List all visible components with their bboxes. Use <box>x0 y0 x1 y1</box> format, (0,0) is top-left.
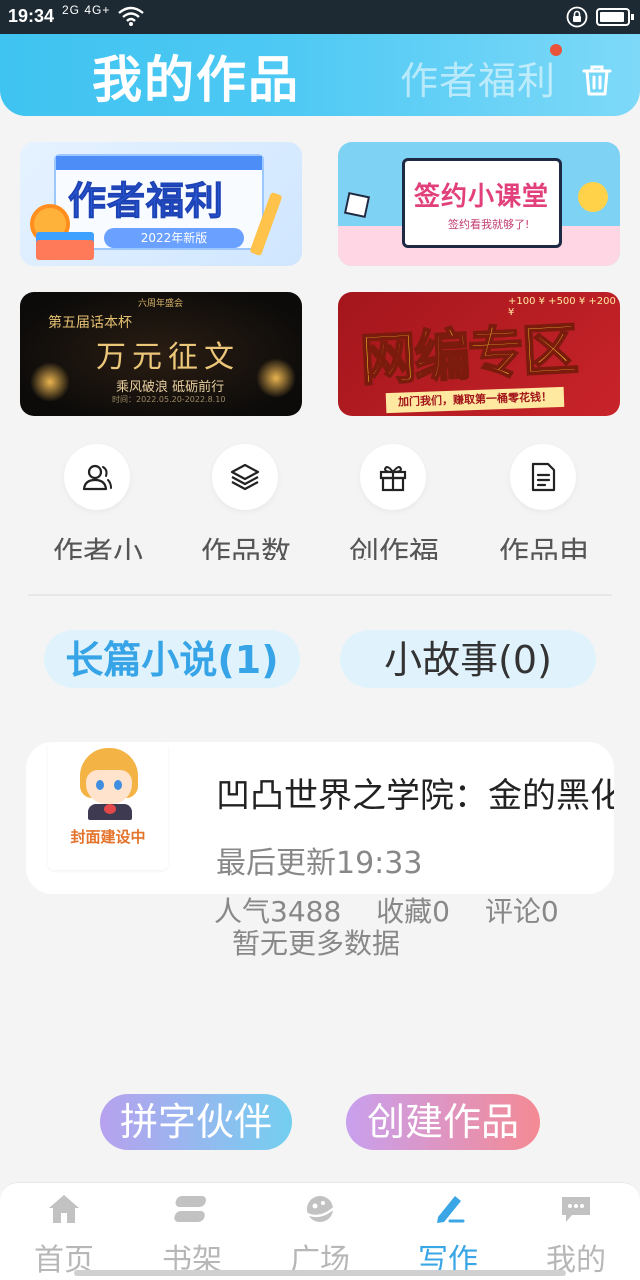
bookshelf-icon <box>174 1196 206 1222</box>
banner-left-text: 第五届话本杯 <box>48 315 132 331</box>
cover-label: 封面建设中 <box>70 828 146 846</box>
firework-icon <box>30 362 70 402</box>
cover-image: 封面建设中 <box>48 742 168 870</box>
planet-icon <box>304 1196 336 1222</box>
banner-date: 时间：2022.05.20-2022.8.10 <box>112 395 226 404</box>
decor-circle <box>578 182 608 212</box>
banner-author-welfare[interactable]: 作者福利 2022年新版 <box>20 142 302 266</box>
create-work-button[interactable]: 创建作品 <box>346 1094 540 1150</box>
document-icon <box>531 462 556 492</box>
nav-home[interactable]: 首页 <box>0 1183 128 1280</box>
work-comments: 评论0 <box>484 895 559 928</box>
banner-subtitle: 乘风破浪 砥砺前行 <box>116 380 225 395</box>
nav-bookshelf[interactable]: 书架 <box>128 1183 256 1280</box>
firework-icon <box>256 358 296 398</box>
quick-link-work-data[interactable] <box>212 444 278 510</box>
no-more-data: 暂无更多数据 <box>232 927 401 960</box>
bottom-nav: 首页 书架 广场 写作 我的 <box>0 1182 640 1280</box>
quick-link-label: 作品申 <box>499 536 589 560</box>
banner-essay-contest[interactable]: 六周年盛会 第五届话本杯 万元征文 乘风破浪 砥砺前行 时间：2022.05.2… <box>20 292 302 416</box>
home-indicator[interactable] <box>74 1270 566 1276</box>
quick-link-author[interactable] <box>64 444 130 510</box>
banner-contract-class[interactable]: 签约小课堂 签约看我就够了! <box>338 142 620 266</box>
banner-title: 网编专区 <box>358 316 579 394</box>
work-last-update: 最后更新19:33 <box>216 846 423 881</box>
banner-title: 签约小课堂 <box>414 182 550 212</box>
page-title: 我的作品 <box>92 51 300 109</box>
quick-link-label: 作者小 <box>53 536 143 560</box>
banner-subtitle: 签约看我就够了! <box>448 218 530 231</box>
tab-novels[interactable]: 长篇小说(1) <box>44 630 300 688</box>
layers-icon <box>230 463 260 491</box>
banner-editor-zone[interactable]: +100 ¥ +500 ¥ +200 ¥ 网编专区 加门我们，赚取第一桶零花钱！ <box>338 292 620 416</box>
status-bar: 19:34 2G 4G+ <box>0 0 640 34</box>
quick-link-label: 作品数 <box>201 536 291 560</box>
work-card[interactable]: 封面建设中 凹凸世界之学院：金的黑化 最后更新19:33 <box>26 742 614 894</box>
cube-icon <box>343 191 371 219</box>
wifi-icon <box>118 6 144 26</box>
banner-subtitle: 2022年新版 <box>104 228 244 248</box>
banner-title: 作者福利 <box>67 179 225 224</box>
home-icon <box>49 1195 79 1223</box>
nav-square[interactable]: 广场 <box>256 1183 384 1280</box>
quick-link-work-apply[interactable] <box>510 444 576 510</box>
tab-short-stories[interactable]: 小故事(0) <box>340 630 596 688</box>
nav-write[interactable]: 写作 <box>384 1183 512 1280</box>
chat-icon <box>562 1197 590 1222</box>
banner-title: 万元征文 <box>96 340 240 375</box>
nav-mine[interactable]: 我的 <box>512 1183 640 1280</box>
gift-icon <box>379 466 407 492</box>
battery-icon <box>596 8 634 26</box>
writing-partner-button[interactable]: 拼字伙伴 <box>100 1094 292 1150</box>
notification-dot <box>550 44 562 56</box>
quick-link-label: 创作福 <box>349 536 439 560</box>
alarm-clock-icon <box>30 204 70 244</box>
books-icon <box>36 240 94 260</box>
author-welfare-link[interactable]: 作者福利 <box>400 50 556 105</box>
lock-icon <box>566 6 588 28</box>
quick-link-creation-welfare[interactable] <box>360 444 426 510</box>
pen-icon <box>437 1196 465 1223</box>
user-icon <box>82 464 112 491</box>
trash-icon[interactable] <box>580 62 614 98</box>
status-time: 19:34 <box>8 6 55 26</box>
network-indicator: 2G 4G+ <box>62 3 111 17</box>
banner-top-note: 六周年盛会 <box>138 299 184 309</box>
divider <box>28 594 612 596</box>
work-title: 凹凸世界之学院：金的黑化 <box>216 776 614 816</box>
